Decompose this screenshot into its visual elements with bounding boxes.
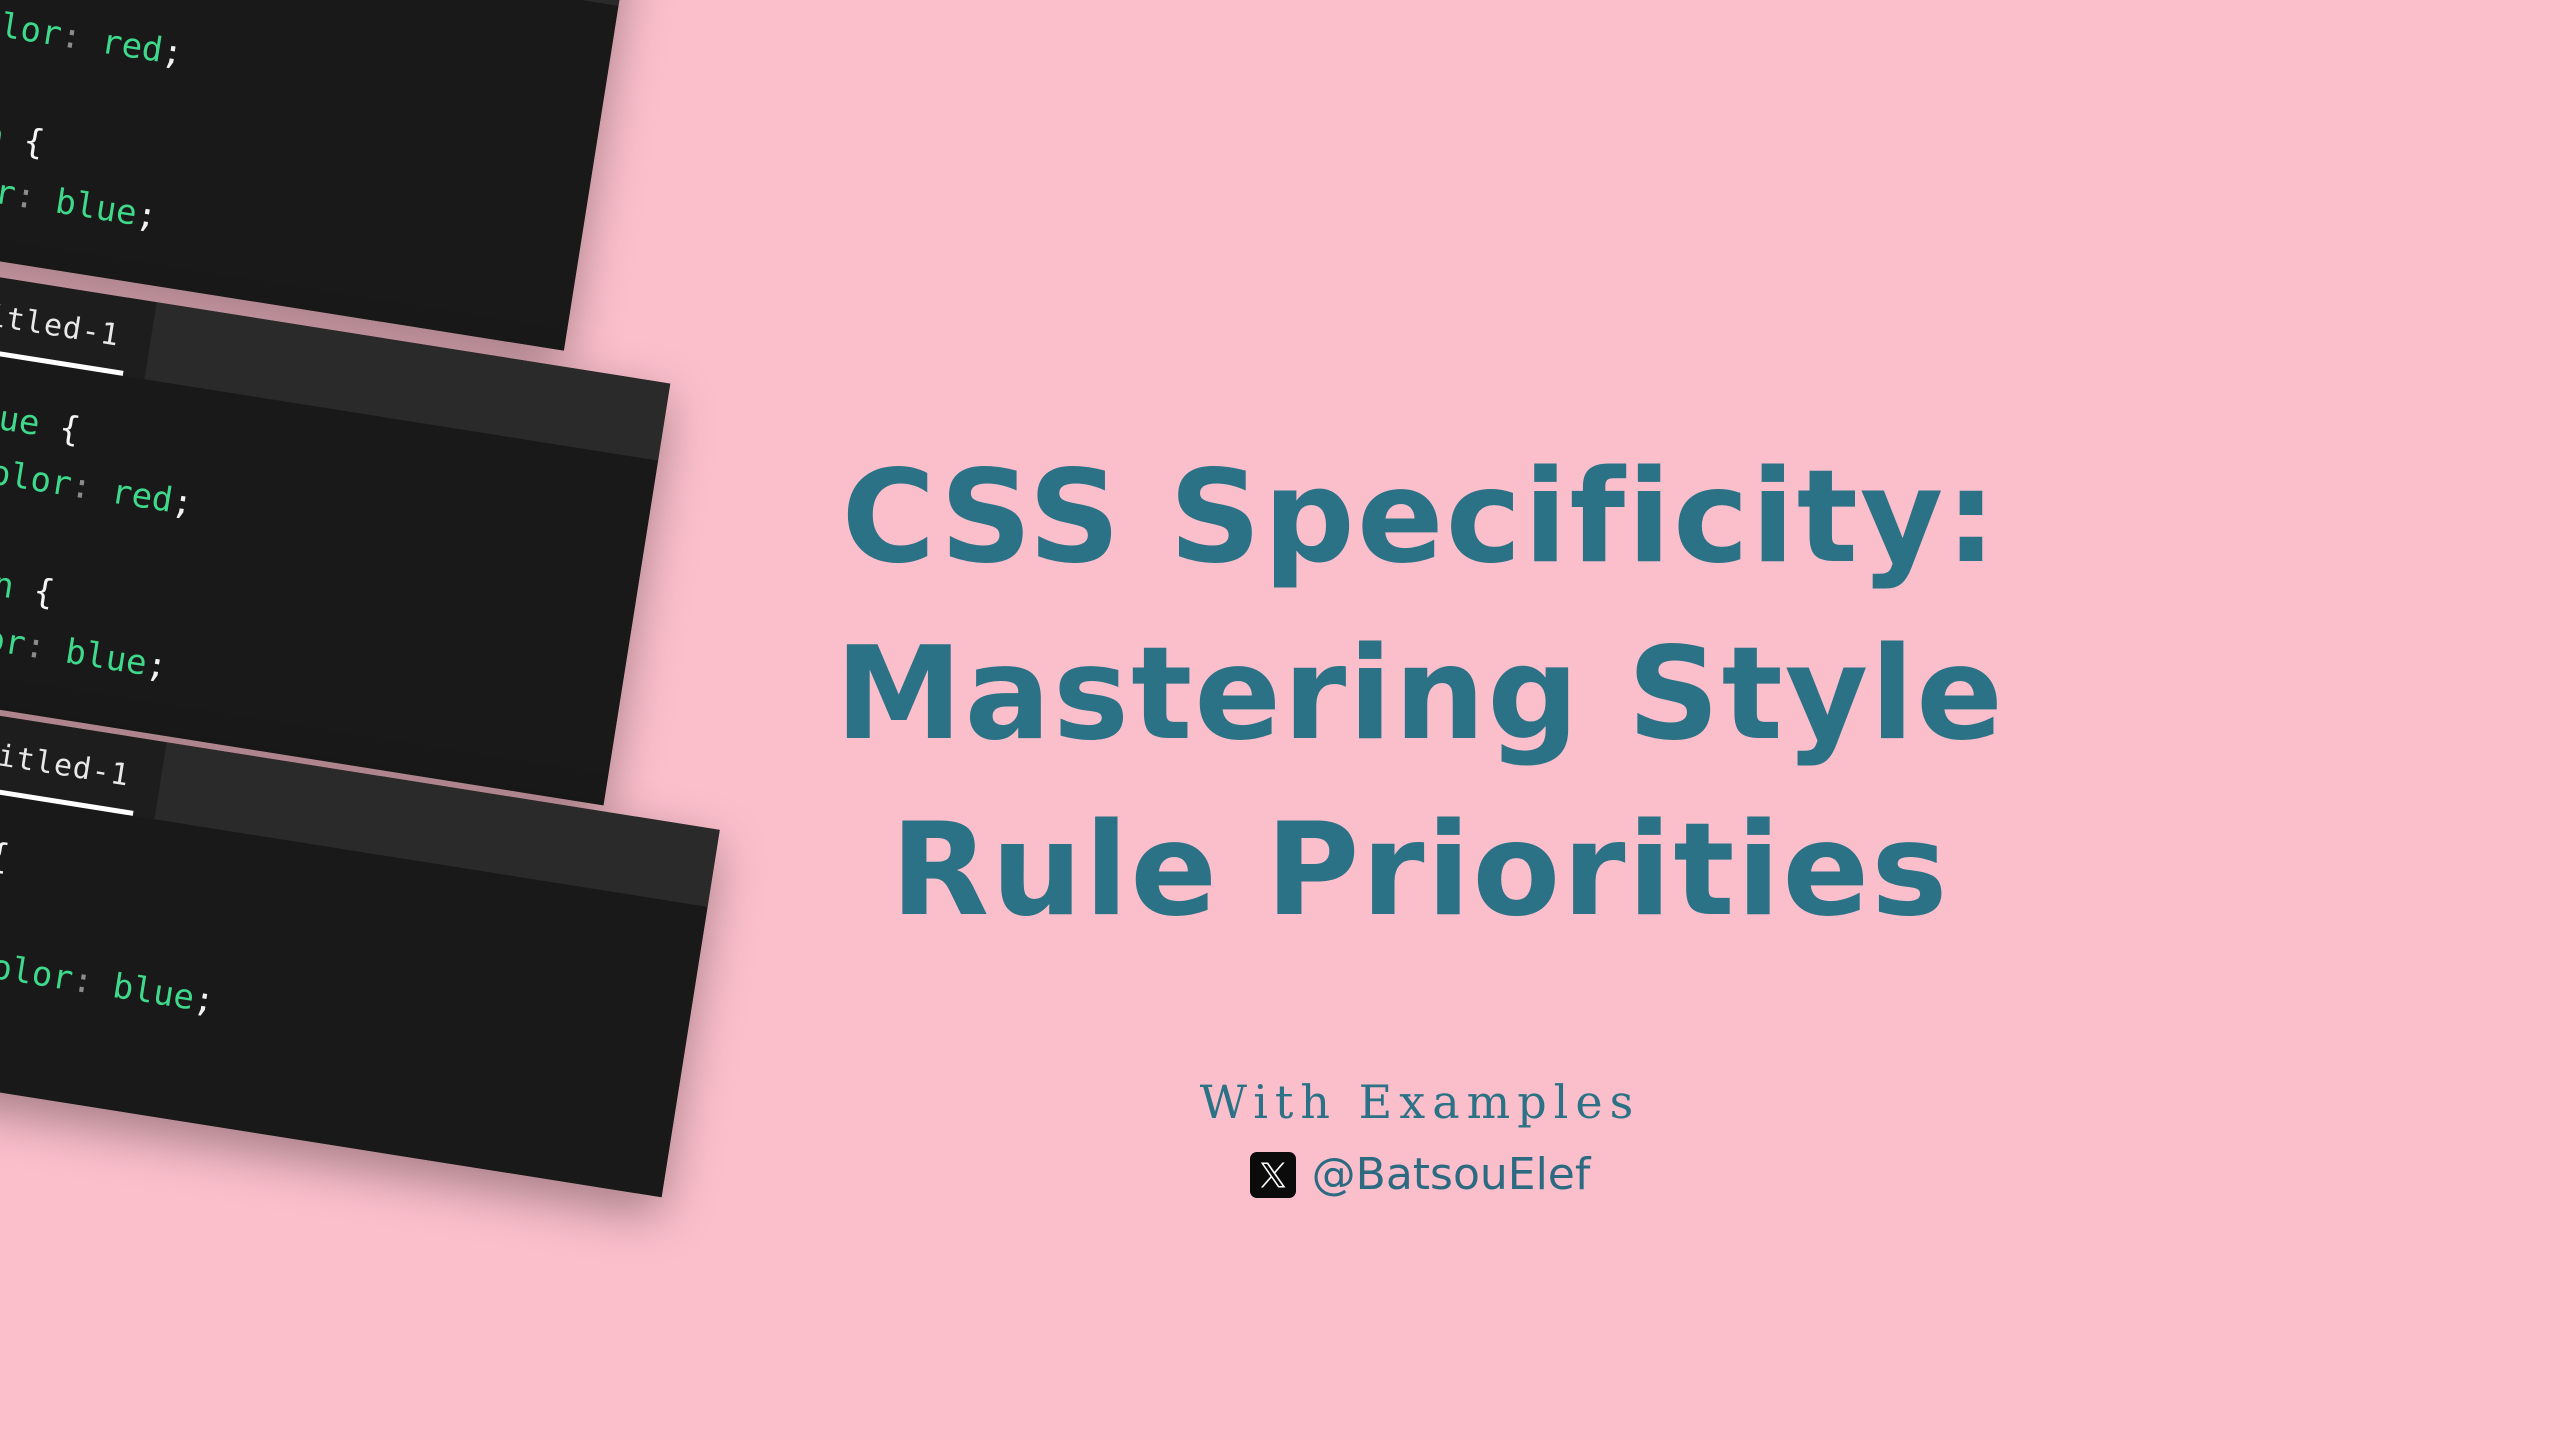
code-open-brace: {: [0, 835, 13, 878]
author-handle-row: @BatsouElef: [720, 1152, 2120, 1199]
slide-canvas: Untitled-1 #unique { color: red; } .comm…: [0, 0, 2560, 1440]
editor-tab-label: Untitled-1: [0, 288, 123, 354]
code-open-brace: {: [26, 0, 73, 1]
code-value: red: [78, 18, 166, 71]
code-property: color: [0, 449, 75, 505]
title-line-2: Mastering Style: [835, 619, 2005, 769]
slide-content: CSS Specificity: Mastering Style Rule Pr…: [720, 0, 2560, 1440]
code-property: color: [0, 0, 65, 55]
code-value: blue: [42, 628, 150, 685]
subtitle-text: With Examples: [1199, 1075, 1641, 1129]
code-open-brace: {: [0, 117, 48, 164]
title-line-3: Rule Priorities: [890, 796, 1950, 946]
code-value: red: [88, 468, 176, 521]
code-value: blue: [32, 178, 140, 235]
code-editor-card: Untitled-1 div { color: blue; }: [0, 700, 720, 1198]
code-selector: #unique: [0, 382, 43, 445]
x-logo-icon: [1249, 1152, 1296, 1199]
title-line-1: CSS Specificity:: [841, 443, 1999, 592]
page-title: CSS Specificity: Mastering Style Rule Pr…: [720, 430, 2120, 960]
subtitle-block: With Examples @BatsouElef: [720, 1075, 2120, 1199]
editor-tab-label: Untitled-1: [0, 728, 133, 794]
author-handle[interactable]: @BatsouElef: [1312, 1153, 1591, 1197]
code-property: color: [0, 943, 76, 1000]
code-open-brace: {: [10, 567, 58, 614]
code-open-brace: {: [36, 404, 83, 451]
code-value: blue: [89, 963, 198, 1019]
code-editor-card: Untitled-1 #unique { color: red; } .comm…: [0, 260, 671, 806]
